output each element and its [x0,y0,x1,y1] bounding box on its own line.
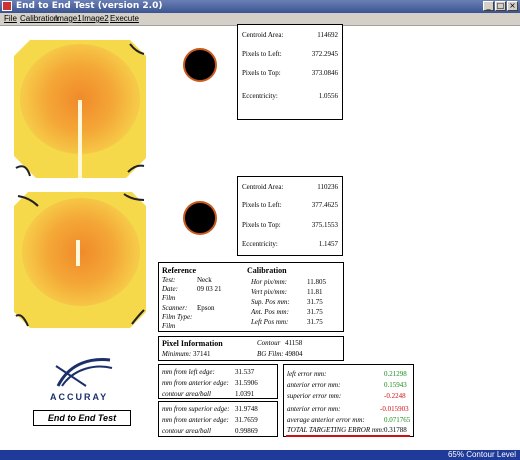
measure-value: 31.537 [235,368,255,376]
ball-marker-2 [183,201,217,235]
calibration-label: Vert pix/mm: [251,288,287,296]
stat-label: Pixels to Left: [242,201,282,209]
error-panel: left error mm: 0.21298 anterior error mm… [283,364,414,437]
contour-label: Contour [257,339,281,347]
reference-label: Film Type: [162,313,193,321]
calibration-value: 31.75 [307,308,323,316]
film-corners-1 [14,40,146,178]
calibration-heading: Calibration [247,266,287,275]
reference-value: Neck [197,276,212,284]
measure-label: mm from left edge: [162,368,215,376]
error-value: -0.015903 [380,405,409,413]
close-button[interactable]: × [507,1,518,11]
measure-label: contour area/ball [162,427,211,435]
reference-label: Date: [162,285,178,293]
minimum-label: Minimum: [162,350,192,358]
window-title: End to End Test (version 2.0) [16,1,163,11]
reference-label: Film [162,294,176,302]
stat-value: 114692 [317,31,338,39]
app-icon [2,1,12,11]
stat-value: 375.1553 [311,221,338,229]
measure-value: 0.99869 [235,427,258,435]
status-bar: 65% Contour Level [0,450,520,460]
error-label: anterior error mm: [287,405,341,413]
measure-value: 31.9748 [235,405,258,413]
image1-stats-panel: Centroid Area: 114692 Pixels to Left: 37… [237,24,343,120]
reference-label: Scanner: [162,304,188,312]
menu-image2[interactable]: Image2 [82,13,109,25]
calibration-value: 31.75 [307,298,323,306]
menu-calibration[interactable]: Calibration [20,13,58,25]
calibration-label: Sup. Pos mm: [251,298,290,306]
measure-label: mm from superior edge: [162,405,230,413]
reference-value: Epson [197,304,215,312]
pixel-info-heading: Pixel Information [162,339,223,348]
stat-label: Centroid Area: [242,183,284,191]
status-text: 65% Contour Level [447,450,516,459]
bgfilm-value: 49804 [285,350,303,358]
stat-value: 373.0846 [311,69,338,77]
error-label: anterior error mm: [287,381,341,389]
film-corners-2 [14,192,146,328]
accuray-logo-icon [55,358,113,387]
error-label: average anterior error mm: [287,416,365,424]
menu-execute[interactable]: Execute [110,13,139,25]
error-value: 0.071765 [384,416,411,424]
calibration-label: Hor pix/mm: [251,278,287,286]
pixel-info-panel: Pixel Information Contour 41158 Minimum:… [158,336,344,361]
measurement-panel-1: mm from left edge: 31.537 mm from anteri… [158,364,278,399]
menu-file[interactable]: File [4,13,17,25]
measure-value: 1.0391 [235,390,255,398]
stat-label: Centroid Area: [242,31,284,39]
menu-image1[interactable]: Image1 [55,13,82,25]
contour-value: 41158 [285,339,303,347]
stat-value: 1.1457 [318,240,338,248]
reference-value: 09 03 21 [197,285,222,293]
stat-label: Pixels to Top: [242,221,281,229]
error-value: 0.15943 [384,381,407,389]
calibration-value: 31.75 [307,318,323,326]
error-label: left error mm: [287,370,327,378]
error-value: -0.2248 [384,392,406,400]
measure-value: 31.7659 [235,416,258,424]
logo-text: ACCURAY [50,392,109,402]
minimum-value: 37141 [193,350,211,358]
stat-label: Pixels to Top: [242,69,281,77]
ball-marker-1 [183,48,217,82]
total-error-label: TOTAL TARGETING ERROR mm: [287,426,385,434]
total-error-underline [286,435,410,437]
calibration-label: Ant. Pos mm: [251,308,289,316]
error-label: superior error mm: [287,392,342,400]
bgfilm-label: BG Film: [257,350,284,358]
calibration-label: Left Pos mm: [251,318,289,326]
reference-label: Film [162,322,176,330]
stat-label: Eccentricity: [242,240,278,248]
reference-calibration-panel: Reference Test: Neck Date: 09 03 21 Film… [158,262,344,332]
calibration-value: 11.81 [307,288,323,296]
total-error-value: 0.31788 [384,426,407,434]
measure-label: mm from anterior edge: [162,416,229,424]
stat-label: Eccentricity: [242,92,278,100]
error-value: 0.21298 [384,370,407,378]
measure-label: mm from anterior edge: [162,379,229,387]
measure-label: contour area/ball [162,390,211,398]
measure-value: 31.5906 [235,379,258,387]
stat-value: 110236 [317,183,338,191]
reference-label: Test: [162,276,176,284]
image2-stats-panel: Centroid Area: 110236 Pixels to Left: 37… [237,176,343,256]
title-bar: End to End Test (version 2.0) _ □ × [0,0,520,13]
stat-value: 372.2945 [311,50,338,58]
minimize-button[interactable]: _ [483,1,494,11]
end-to-end-test-button[interactable]: End to End Test [33,410,131,426]
measurement-panel-2: mm from superior edge: 31.9748 mm from a… [158,401,278,437]
stat-value: 1.0556 [318,92,338,100]
stat-value: 377.4625 [311,201,338,209]
reference-heading: Reference [162,266,197,275]
calibration-value: 11.805 [307,278,326,286]
stat-label: Pixels to Left: [242,50,282,58]
maximize-button[interactable]: □ [495,1,506,11]
